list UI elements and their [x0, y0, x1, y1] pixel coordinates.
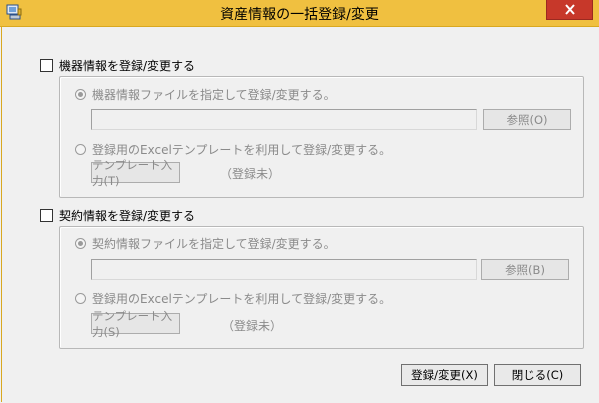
- close-dialog-button[interactable]: 閉じる(C): [494, 364, 581, 386]
- equipment-radio-file-label[interactable]: 機器情報ファイルを指定して登録/変更する。: [92, 86, 336, 103]
- contract-checkbox[interactable]: [40, 209, 53, 222]
- equipment-checkbox-row[interactable]: 機器情報を登録/変更する: [40, 57, 195, 74]
- equipment-checkbox-label[interactable]: 機器情報を登録/変更する: [59, 57, 195, 74]
- contract-radio-excel[interactable]: [75, 293, 86, 304]
- equipment-radio-excel[interactable]: [75, 144, 86, 155]
- contract-radio-file-row[interactable]: 契約情報ファイルを指定して登録/変更する。: [75, 235, 336, 252]
- contract-template-status: （登録未）: [222, 319, 283, 333]
- equipment-browse-button[interactable]: 参照(O): [483, 109, 571, 130]
- dialog-window: 資産情報の一括登録/変更 機器情報を登録/変更する 機器情報ファイルを指定して登…: [0, 0, 599, 403]
- contract-browse-button[interactable]: 参照(B): [481, 259, 569, 280]
- contract-file-path-input[interactable]: [91, 259, 477, 280]
- contract-checkbox-label[interactable]: 契約情報を登録/変更する: [59, 207, 195, 224]
- contract-radio-file[interactable]: [75, 238, 86, 249]
- equipment-checkbox[interactable]: [40, 59, 53, 72]
- window-title: 資産情報の一括登録/変更: [220, 7, 379, 23]
- title-bar[interactable]: 資産情報の一括登録/変更: [0, 0, 599, 27]
- equipment-file-path-input[interactable]: [91, 109, 477, 130]
- equipment-template-button[interactable]: テンプレート入力(T): [91, 158, 180, 188]
- contract-radio-excel-row[interactable]: 登録用のExcelテンプレートを利用して登録/変更する。: [75, 290, 391, 307]
- submit-button[interactable]: 登録/変更(X): [401, 364, 488, 386]
- dialog-body: 機器情報を登録/変更する 機器情報ファイルを指定して登録/変更する。 参照(O)…: [1, 27, 599, 402]
- equipment-radio-file-row[interactable]: 機器情報ファイルを指定して登録/変更する。: [75, 86, 336, 103]
- equipment-radio-excel-label[interactable]: 登録用のExcelテンプレートを利用して登録/変更する。: [92, 141, 391, 158]
- close-icon: [564, 4, 576, 15]
- equipment-radio-file[interactable]: [75, 89, 86, 100]
- contract-radio-excel-label[interactable]: 登録用のExcelテンプレートを利用して登録/変更する。: [92, 290, 391, 307]
- equipment-radio-excel-row[interactable]: 登録用のExcelテンプレートを利用して登録/変更する。: [75, 141, 391, 158]
- contract-checkbox-row[interactable]: 契約情報を登録/変更する: [40, 207, 195, 224]
- equipment-template-status: （登録未）: [220, 167, 281, 181]
- close-button[interactable]: [546, 0, 593, 20]
- contract-template-button[interactable]: テンプレート入力(S): [91, 309, 180, 339]
- contract-radio-file-label[interactable]: 契約情報ファイルを指定して登録/変更する。: [92, 235, 336, 252]
